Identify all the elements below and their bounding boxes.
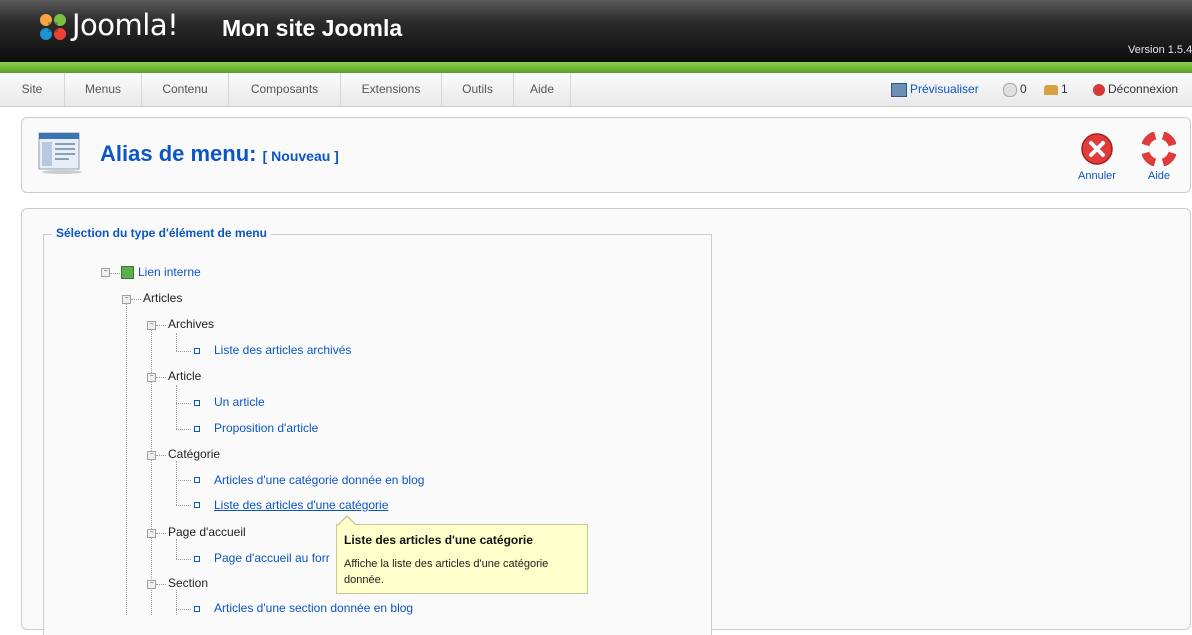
menu-manager-icon [38,132,82,174]
tooltip-title: Liste des articles d'une catégorie [344,533,533,547]
menu-help[interactable]: Aide [514,73,571,106]
tree-connector [176,403,191,404]
tree-leaf-section-blog[interactable]: Articles d'une section donnée en blog [214,601,413,615]
tree-connector [156,584,166,585]
tree-node-internal-link[interactable]: Lien interne [138,265,201,279]
menu-tools[interactable]: Outils [442,73,514,106]
tree-connector [176,333,177,351]
users-icon [1044,84,1058,95]
collapse-toggle[interactable]: − [147,580,156,589]
collapse-toggle[interactable]: − [147,529,156,538]
collapse-toggle[interactable]: − [147,373,156,382]
tree-node-archives[interactable]: Archives [168,317,214,331]
tree-node-category[interactable]: Catégorie [168,447,220,461]
joomla-logo-text: Joomla! [72,8,179,42]
tree-leaf-article-submit[interactable]: Proposition d'article [214,421,318,435]
tree-connector [176,480,191,481]
cancel-icon [1081,133,1113,165]
header-accent-bar [0,62,1192,73]
tree-connector [176,590,177,615]
tree-connector [176,559,191,560]
tree-connector [176,461,177,505]
menu-extensions[interactable]: Extensions [341,73,442,106]
tree-connector [176,351,191,352]
menu-site[interactable]: Site [0,73,65,106]
version-label: Version 1.5.4 [1128,44,1192,56]
tree-connector [176,539,177,559]
leaf-bullet-icon [194,477,200,483]
leaf-bullet-icon [194,556,200,562]
site-name: Mon site Joomla [222,15,403,41]
internal-link-icon [121,266,134,279]
messages-indicator[interactable]: 0 [1003,73,1027,106]
tree-connector [176,609,191,610]
logout-link[interactable]: Déconnexion [1093,73,1178,106]
page-title: Alias de menu: [ Nouveau ] [100,141,339,166]
page-subtitle: [ Nouveau ] [262,148,339,164]
preview-icon [891,82,907,97]
leaf-bullet-icon [194,502,200,508]
toolbar-panel: Alias de menu: [ Nouveau ] Annuler Aide [21,117,1191,193]
tree-connector [156,455,166,456]
tree-leaf-archives-list[interactable]: Liste des articles archivés [214,343,351,357]
tree-connector [131,299,141,300]
tree-connector [176,505,191,506]
leaf-bullet-icon [194,606,200,612]
preview-link[interactable]: Prévisualiser [891,73,979,106]
users-online-indicator[interactable]: 1 [1044,73,1068,106]
help-button[interactable]: Aide [1134,130,1184,186]
leaf-bullet-icon [194,426,200,432]
tree-node-section[interactable]: Section [168,576,208,590]
collapse-toggle[interactable]: − [147,321,156,330]
main-menu-bar: Site Menus Contenu Composants Extensions… [0,73,1192,107]
menu-menus[interactable]: Menus [65,73,142,106]
logout-icon [1093,83,1105,96]
collapse-toggle[interactable]: − [147,451,156,460]
joomla-logo-icon [40,14,66,40]
tree-connector [156,533,166,534]
leaf-bullet-icon [194,348,200,354]
tree-connector [176,385,177,429]
tree-node-frontpage[interactable]: Page d'accueil [168,525,246,539]
menu-components[interactable]: Composants [229,73,341,106]
tree-node-article[interactable]: Article [168,369,201,383]
lifebuoy-help-icon [1140,130,1178,168]
tooltip-arrow [338,517,356,526]
fieldset-legend: Sélection du type d'élément de menu [52,226,271,240]
tree-connector [110,273,120,274]
tree-leaf-frontpage-layout[interactable]: Page d'accueil au forr [214,551,330,565]
collapse-toggle[interactable]: − [122,295,131,304]
cancel-label: Annuler [1078,170,1116,182]
tree-connector [176,429,191,430]
tree-leaf-category-list[interactable]: Liste des articles d'une catégorie [214,498,388,512]
tree-node-articles[interactable]: Articles [143,291,182,305]
cancel-button[interactable]: Annuler [1072,130,1122,186]
help-label: Aide [1147,170,1171,182]
tree-leaf-category-blog[interactable]: Articles d'une catégorie donnée en blog [214,473,424,487]
header-bar: Joomla! Mon site Joomla Version 1.5.4 [0,0,1192,62]
menu-content[interactable]: Contenu [142,73,229,106]
tooltip-body: Affiche la liste des articles d'une caté… [344,558,549,586]
tree-connector [126,302,127,615]
leaf-bullet-icon [194,400,200,406]
collapse-toggle[interactable]: − [101,268,110,277]
tree-connector [156,325,166,326]
tree-connector [156,377,166,378]
tooltip: Liste des articles d'une catégorie Affic… [336,515,588,594]
tree-leaf-an-article[interactable]: Un article [214,395,265,409]
messages-icon [1003,82,1017,97]
